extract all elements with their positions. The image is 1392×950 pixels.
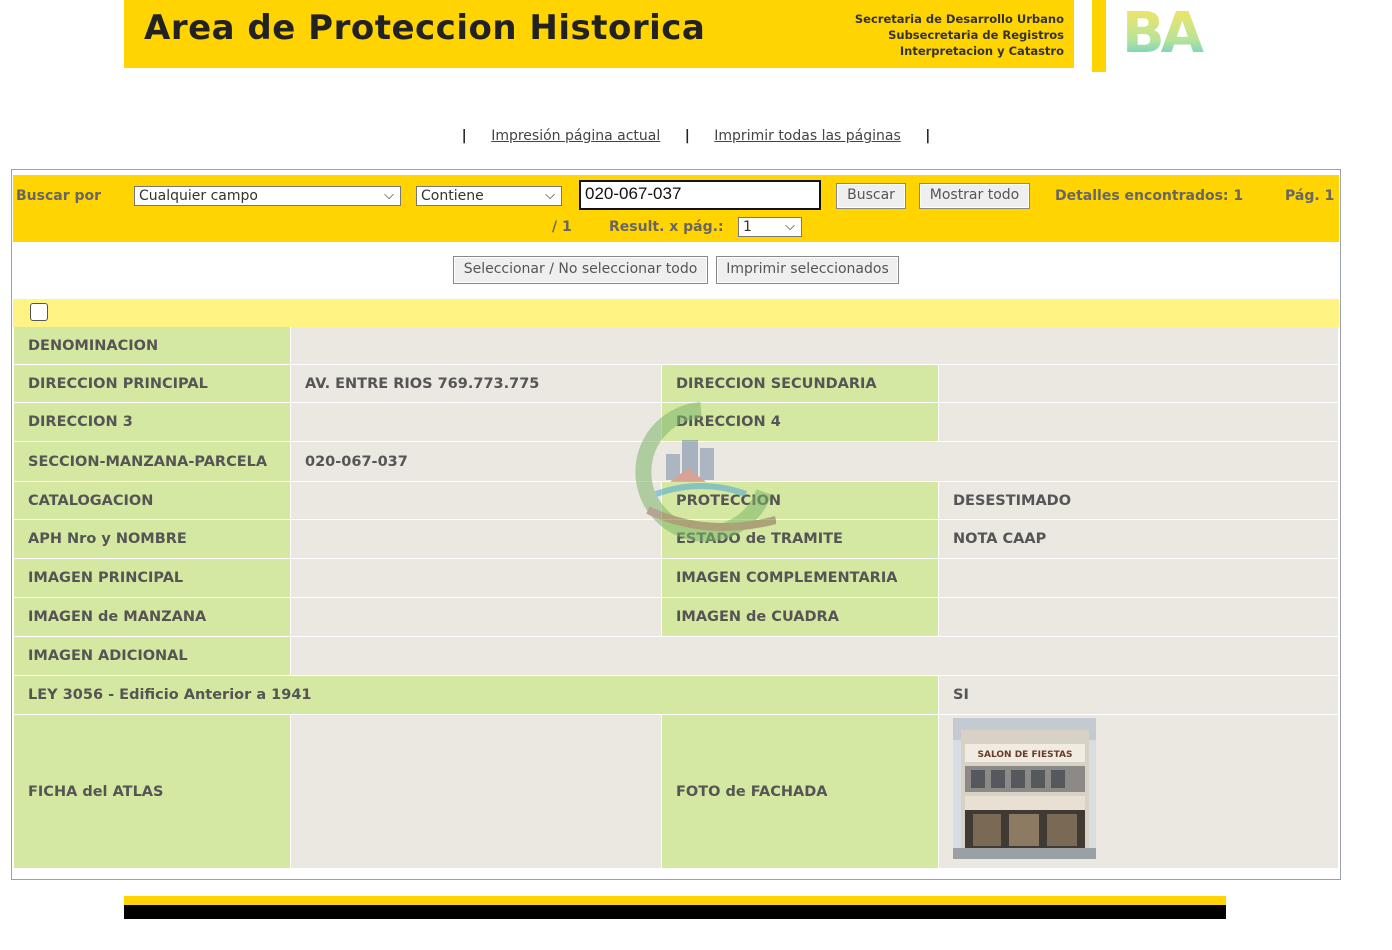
svg-text:BA: BA bbox=[1122, 4, 1205, 58]
img-principal-label: IMAGEN PRINCIPAL bbox=[14, 559, 290, 597]
estado-value: NOTA CAAP bbox=[939, 520, 1338, 558]
foto-label: FOTO de FACHADA bbox=[662, 715, 938, 868]
page-title: Area de Proteccion Historica bbox=[144, 8, 706, 48]
dir-principal-value: AV. ENTRE RIOS 769.773.775 bbox=[291, 365, 661, 402]
dir-secundaria-label: DIRECCION SECUNDARIA bbox=[662, 365, 938, 402]
img-manzana-label: IMAGEN de MANZANA bbox=[14, 598, 290, 636]
catalogacion-label: CATALOGACION bbox=[14, 482, 290, 519]
page-total: / 1 bbox=[552, 219, 572, 235]
dir-secundaria-value bbox=[939, 365, 1338, 402]
ley-value: SI bbox=[939, 676, 1338, 714]
dir3-label: DIRECCION 3 bbox=[14, 403, 290, 441]
print-links: | Impresión página actual | Imprimir tod… bbox=[0, 128, 1392, 144]
operator-select-value: Contiene bbox=[421, 188, 484, 204]
header-banner: Area de Proteccion Historica Secretaria … bbox=[124, 0, 1074, 68]
separator: | bbox=[925, 128, 931, 144]
ficha-value bbox=[291, 715, 661, 868]
ley-label: LEY 3056 - Edificio Anterior a 1941 bbox=[14, 676, 938, 714]
separator: | bbox=[461, 128, 467, 144]
show-all-button[interactable]: Mostrar todo bbox=[919, 183, 1030, 209]
search-button[interactable]: Buscar bbox=[836, 183, 906, 209]
denominacion-value bbox=[291, 327, 1338, 364]
separator: | bbox=[684, 128, 690, 144]
chevron-down-icon: ⌵ bbox=[384, 188, 394, 203]
record-checkbox[interactable] bbox=[30, 303, 48, 321]
select-all-button[interactable]: Seleccionar / No seleccionar todo bbox=[453, 256, 708, 284]
subtitle-line: Subsecretaria de Registros bbox=[888, 28, 1064, 42]
record-select-row bbox=[13, 299, 1339, 327]
header-divider-bar bbox=[1092, 0, 1106, 72]
search-by-label: Buscar por bbox=[16, 188, 102, 204]
img-principal-value bbox=[291, 559, 661, 597]
table-row: IMAGEN ADICIONAL bbox=[14, 637, 1338, 675]
catalogacion-value bbox=[291, 482, 661, 519]
facade-photo[interactable]: SALON DE FIESTAS bbox=[953, 718, 1096, 859]
aph-value bbox=[291, 520, 661, 558]
watermark-logo bbox=[635, 402, 776, 542]
dir-principal-label: DIRECCION PRINCIPAL bbox=[14, 365, 290, 402]
header-subtitle: Secretaria de Desarrollo Urbano Subsecre… bbox=[855, 11, 1064, 59]
table-row: DENOMINACION bbox=[14, 327, 1338, 364]
smp-value: 020-067-037 bbox=[291, 442, 1338, 481]
table-row: DIRECCION PRINCIPAL AV. ENTRE RIOS 769.7… bbox=[14, 365, 1338, 402]
denominacion-label: DENOMINACION bbox=[14, 327, 290, 364]
table-row: IMAGEN de MANZANA IMAGEN de CUADRA bbox=[14, 598, 1338, 636]
subtitle-line: Secretaria de Desarrollo Urbano bbox=[854, 12, 1064, 26]
img-complementaria-value bbox=[939, 559, 1338, 597]
subtitle-line: Interpretacion y Catastro bbox=[899, 44, 1064, 58]
footer-black-band bbox=[124, 905, 1226, 919]
chevron-down-icon: ⌵ bbox=[545, 188, 555, 203]
chevron-down-icon: ⌵ bbox=[785, 219, 795, 234]
print-all-pages-link[interactable]: Imprimir todas las páginas bbox=[714, 128, 901, 144]
footer-yellow-band bbox=[124, 896, 1226, 905]
field-select[interactable]: Cualquier campo ⌵ bbox=[134, 186, 401, 206]
results-found-count: Detalles encontrados: 1 bbox=[1055, 188, 1244, 204]
ficha-label: FICHA del ATLAS bbox=[14, 715, 290, 868]
operator-select[interactable]: Contiene ⌵ bbox=[416, 186, 562, 206]
table-row: LEY 3056 - Edificio Anterior a 1941 SI bbox=[14, 676, 1338, 714]
page-indicator: Pág. 1 bbox=[1285, 188, 1335, 204]
print-selected-button[interactable]: Imprimir seleccionados bbox=[716, 256, 899, 284]
img-adicional-value bbox=[291, 637, 1338, 675]
search-input[interactable]: 020-067-037 bbox=[579, 180, 821, 210]
svg-text:SALON DE FIESTAS: SALON DE FIESTAS bbox=[978, 750, 1073, 760]
img-manzana-value bbox=[291, 598, 661, 636]
results-per-page-select[interactable]: 1 ⌵ bbox=[738, 217, 802, 237]
img-adicional-label: IMAGEN ADICIONAL bbox=[14, 637, 290, 675]
results-per-page-value: 1 bbox=[743, 219, 752, 235]
dir3-value bbox=[291, 403, 661, 441]
img-cuadra-label: IMAGEN de CUADRA bbox=[662, 598, 938, 636]
print-current-page-link[interactable]: Impresión página actual bbox=[491, 128, 660, 144]
smp-label: SECCION-MANZANA-PARCELA bbox=[14, 442, 290, 481]
search-bar: Buscar por Cualquier campo ⌵ Contiene ⌵ … bbox=[13, 175, 1339, 242]
img-cuadra-value bbox=[939, 598, 1338, 636]
proteccion-value: DESESTIMADO bbox=[939, 482, 1338, 519]
img-complementaria-label: IMAGEN COMPLEMENTARIA bbox=[662, 559, 938, 597]
results-per-page-label: Result. x pág.: bbox=[609, 219, 724, 235]
ba-logo: BA bbox=[1122, 4, 1209, 58]
table-row: FICHA del ATLAS FOTO de FACHADA bbox=[14, 715, 1338, 868]
aph-label: APH Nro y NOMBRE bbox=[14, 520, 290, 558]
table-row: IMAGEN PRINCIPAL IMAGEN COMPLEMENTARIA bbox=[14, 559, 1338, 597]
field-select-value: Cualquier campo bbox=[139, 188, 258, 204]
dir4-value bbox=[939, 403, 1338, 441]
